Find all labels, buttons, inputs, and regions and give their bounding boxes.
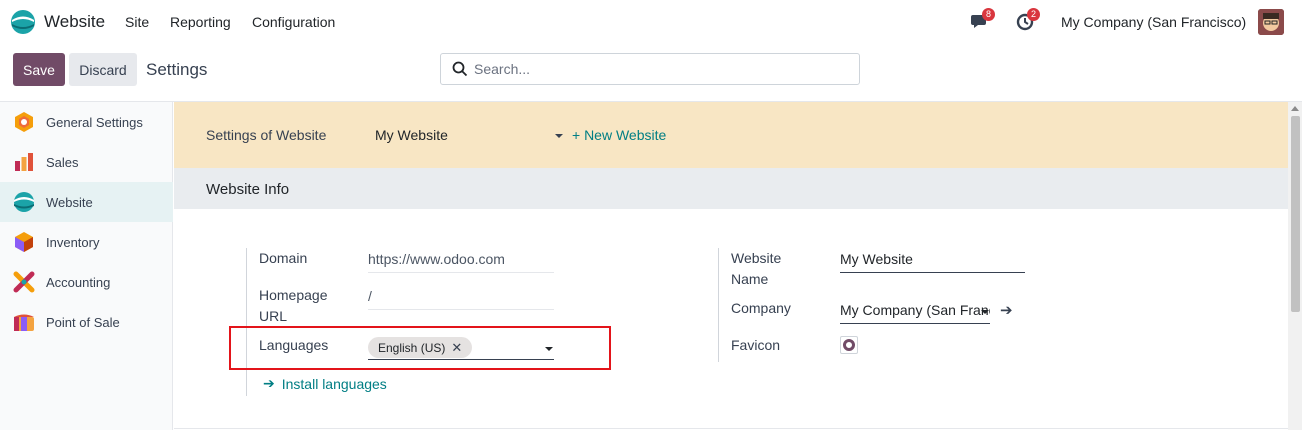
domain-label: Domain bbox=[259, 250, 308, 266]
website-select[interactable]: My Website bbox=[375, 127, 565, 147]
save-button[interactable]: Save bbox=[13, 53, 65, 86]
highlight-box bbox=[229, 326, 611, 370]
internal-link-arrow-icon[interactable]: ➔ bbox=[1000, 301, 1013, 319]
menu-site[interactable]: Site bbox=[125, 14, 149, 30]
accounting-icon bbox=[13, 271, 35, 293]
caret-down-icon[interactable] bbox=[981, 310, 989, 314]
website-selector-bar: Settings of Website My Website + New Web… bbox=[174, 102, 1288, 168]
group-divider bbox=[246, 248, 247, 396]
website-name-field[interactable]: My Website bbox=[840, 249, 1025, 273]
sidebar-item-sales[interactable]: Sales bbox=[0, 142, 173, 182]
company-field[interactable]: My Company (San Francisco) bbox=[840, 300, 990, 324]
favicon-icon bbox=[843, 339, 855, 351]
sidebar-item-accounting[interactable]: Accounting bbox=[0, 262, 173, 302]
install-languages-link[interactable]: ➔ Install languages bbox=[263, 375, 387, 392]
user-avatar[interactable] bbox=[1258, 9, 1284, 35]
domain-field[interactable]: https://www.odoo.com bbox=[368, 249, 554, 273]
content-bottom-border bbox=[174, 428, 1288, 429]
general-settings-icon bbox=[15, 112, 33, 132]
app-name: Website bbox=[44, 12, 106, 31]
section-header: Website Info bbox=[174, 168, 1288, 209]
menu-reporting[interactable]: Reporting bbox=[170, 14, 231, 30]
scrollbar-thumb[interactable] bbox=[1291, 116, 1300, 312]
messages-badge: 8 bbox=[982, 8, 996, 21]
menu-configuration[interactable]: Configuration bbox=[252, 14, 335, 30]
sidebar-item-website[interactable]: Website bbox=[0, 182, 173, 222]
arrow-right-icon: ➔ bbox=[263, 375, 275, 391]
discard-button[interactable]: Discard bbox=[69, 53, 137, 86]
sidebar-item-inventory[interactable]: Inventory bbox=[0, 222, 173, 262]
search-icon bbox=[452, 61, 468, 77]
homepage-url-field[interactable]: / bbox=[368, 286, 554, 310]
app-brand[interactable]: Website bbox=[10, 9, 105, 35]
website-selector-label: Settings of Website bbox=[206, 127, 327, 143]
sidebar-item-label: Inventory bbox=[46, 234, 100, 250]
website-icon bbox=[14, 192, 34, 212]
messages-button[interactable]: 8 bbox=[970, 8, 996, 33]
sales-icon bbox=[15, 153, 33, 171]
inventory-icon bbox=[15, 232, 33, 252]
search-bar[interactable] bbox=[440, 53, 860, 85]
favicon-image[interactable] bbox=[840, 336, 858, 354]
new-website-button[interactable]: + New Website bbox=[572, 127, 666, 143]
website-name-label: Website bbox=[731, 250, 782, 266]
sidebar-item-label: Website bbox=[46, 194, 93, 210]
page-title: Settings bbox=[146, 60, 208, 79]
caret-down-icon bbox=[555, 134, 563, 138]
avatar-image bbox=[1258, 9, 1284, 35]
homepage-label: Homepage bbox=[259, 287, 328, 303]
homepage-label-2: URL bbox=[259, 308, 288, 324]
activities-badge: 2 bbox=[1027, 8, 1041, 21]
install-languages-label: Install languages bbox=[281, 375, 387, 392]
website-name-label-2: Name bbox=[731, 271, 769, 287]
activities-button[interactable]: 2 bbox=[1015, 8, 1041, 33]
top-navbar: Website Site Reporting Configuration 8 2… bbox=[0, 0, 1302, 44]
group-divider bbox=[718, 248, 719, 362]
sidebar-item-label: Point of Sale bbox=[46, 314, 120, 330]
company-switcher[interactable]: My Company (San Francisco) bbox=[1061, 14, 1246, 30]
settings-main: Settings of Website My Website + New Web… bbox=[174, 102, 1288, 430]
sidebar-item-label: Accounting bbox=[46, 274, 111, 290]
favicon-label: Favicon bbox=[731, 337, 781, 353]
website-app-icon bbox=[11, 10, 35, 34]
sidebar-item-label: General Settings bbox=[46, 114, 143, 130]
sidebar-item-general-settings[interactable]: General Settings bbox=[0, 102, 173, 142]
sidebar-item-label: Sales bbox=[46, 154, 79, 170]
settings-sidebar: General Settings Sales Website Inventory bbox=[0, 102, 173, 430]
point-of-sale-icon bbox=[14, 314, 34, 331]
company-label: Company bbox=[731, 300, 791, 316]
search-input[interactable] bbox=[474, 61, 834, 77]
section-title: Website Info bbox=[206, 181, 290, 198]
sidebar-item-point-of-sale[interactable]: Point of Sale bbox=[0, 302, 173, 342]
scroll-up-icon[interactable] bbox=[1291, 106, 1299, 111]
